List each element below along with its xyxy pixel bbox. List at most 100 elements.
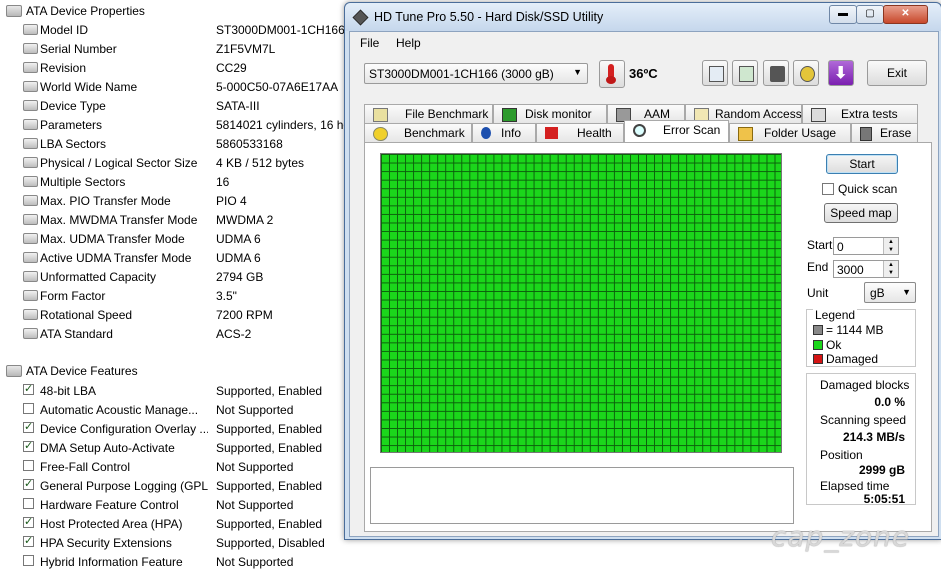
property-icon [23, 290, 38, 301]
property-row[interactable]: Model ID ST3000DM001-1CH166 [0, 20, 350, 39]
property-row[interactable]: Active UDMA Transfer Mode UDMA 6 [0, 248, 350, 267]
feature-row[interactable]: Automatic Acoustic Manage... Not Supporte… [0, 400, 350, 419]
feature-checkbox[interactable] [23, 382, 34, 395]
feature-row[interactable]: Hardware Feature Control Not Supported [0, 495, 350, 514]
features-section-header[interactable]: ATA Device Features [6, 362, 138, 380]
drive-icon [6, 5, 22, 17]
tab-extra-tests[interactable]: Extra tests [802, 104, 918, 123]
feature-value: Supported, Disabled [216, 535, 325, 550]
property-icon [23, 233, 38, 244]
speed-map-button[interactable]: Speed map [824, 203, 898, 223]
tab-erase[interactable]: Erase [851, 123, 918, 142]
property-row[interactable]: Serial Number Z1F5VM7L [0, 39, 350, 58]
feature-row[interactable]: Hybrid Information Feature Not Supported [0, 552, 350, 571]
extra-tests-icon [811, 108, 826, 122]
app-icon [352, 9, 369, 26]
tab-disk-monitor[interactable]: Disk monitor [493, 104, 607, 123]
property-icon [23, 100, 38, 111]
tab-file-benchmark[interactable]: File Benchmark [364, 104, 493, 123]
property-row[interactable]: Rotational Speed 7200 RPM [0, 305, 350, 324]
feature-name: Device Configuration Overlay ... [40, 421, 208, 436]
property-value: 2794 GB [216, 269, 264, 284]
tab-info[interactable]: Info [472, 123, 536, 142]
clipboard-icon [739, 66, 754, 82]
feature-row[interactable]: HPA Security Extensions Supported, Disabl… [0, 533, 350, 552]
menu-file[interactable]: File [360, 36, 379, 50]
spin-arrows-icon[interactable]: ▲ ▼ [883, 238, 898, 254]
feature-row[interactable]: DMA Setup Auto-Activate Supported, Enable… [0, 438, 350, 457]
feature-checkbox[interactable] [23, 515, 34, 528]
save-button[interactable]: ⬇ [828, 60, 854, 86]
scan-block-map [380, 153, 782, 453]
property-row[interactable]: ATA Standard ACS-2 [0, 324, 350, 343]
property-row[interactable]: Parameters 5814021 cylinders, 16 he [0, 115, 350, 134]
menu-help[interactable]: Help [396, 36, 421, 50]
camera-icon [770, 66, 785, 82]
minimize-button[interactable]: ▬ [829, 5, 857, 24]
property-row[interactable]: Max. MWDMA Transfer Mode MWDMA 2 [0, 210, 350, 229]
temperature-button[interactable] [599, 60, 625, 88]
property-icon [23, 328, 38, 339]
spin-arrows-icon[interactable]: ▲ ▼ [883, 261, 898, 277]
feature-checkbox[interactable] [23, 439, 34, 452]
exit-button[interactable]: Exit [867, 60, 927, 86]
feature-checkbox[interactable] [23, 420, 34, 433]
close-button[interactable]: ✕ [883, 5, 928, 24]
drive-select[interactable]: ST3000DM001-1CH166 (3000 gB) ▼ [364, 63, 588, 84]
screenshot-button[interactable] [763, 60, 789, 86]
property-name: Physical / Logical Sector Size [40, 155, 198, 170]
property-row[interactable]: Multiple Sectors 16 [0, 172, 350, 191]
copy-text-button[interactable] [702, 60, 728, 86]
damaged-blocks-label: Damaged blocks [820, 378, 910, 392]
feature-row[interactable]: 48-bit LBA Supported, Enabled [0, 381, 350, 400]
copy-screenshot-button[interactable] [732, 60, 758, 86]
property-value: 5860533168 [216, 136, 283, 151]
maximize-button[interactable]: ▢ [856, 5, 884, 24]
feature-checkbox[interactable] [23, 403, 34, 414]
temperature-readout: 36ºC [629, 66, 658, 81]
options-button[interactable] [793, 60, 819, 86]
property-row[interactable]: LBA Sectors 5860533168 [0, 134, 350, 153]
tab-benchmark[interactable]: Benchmark [364, 123, 472, 142]
feature-value: Not Supported [216, 554, 294, 569]
feature-row[interactable]: General Purpose Logging (GPL) Supported, … [0, 476, 350, 495]
property-name: Form Factor [40, 288, 106, 303]
feature-value: Not Supported [216, 459, 294, 474]
property-row[interactable]: Physical / Logical Sector Size 4 KB / 512… [0, 153, 350, 172]
feature-checkbox[interactable] [23, 460, 34, 471]
property-row[interactable]: Device Type SATA-III [0, 96, 350, 115]
unit-select[interactable]: gB ▼ [864, 282, 916, 303]
start-button[interactable]: Start [826, 154, 898, 174]
property-row[interactable]: World Wide Name 5-000C50-07A6E17AA [0, 77, 350, 96]
title-bar[interactable]: HD Tune Pro 5.50 - Hard Disk/SSD Utility… [345, 3, 941, 31]
property-value: 5814021 cylinders, 16 he [216, 117, 346, 132]
health-cross-icon [545, 127, 558, 139]
feature-checkbox[interactable] [23, 555, 34, 566]
properties-section-header[interactable]: ATA Device Properties [6, 2, 145, 20]
tab-error-scan[interactable]: Error Scan [624, 120, 729, 142]
property-row[interactable]: Revision CC29 [0, 58, 350, 77]
feature-checkbox[interactable] [23, 477, 34, 490]
legend-block-size: = 1144 MB [813, 323, 883, 337]
feature-checkbox[interactable] [23, 498, 34, 509]
property-row[interactable]: Unformatted Capacity 2794 GB [0, 267, 350, 286]
feature-row[interactable]: Host Protected Area (HPA) Supported, Enab… [0, 514, 350, 533]
tab-health[interactable]: Health [536, 123, 624, 142]
quick-scan-checkbox[interactable] [822, 183, 834, 195]
damaged-blocks-value: 0.0 % [874, 395, 905, 409]
property-icon [23, 43, 38, 54]
watermark: cap_zone [771, 520, 911, 553]
property-row[interactable]: Form Factor 3.5" [0, 286, 350, 305]
feature-row[interactable]: Device Configuration Overlay ... Supporte… [0, 419, 350, 438]
scan-log-area[interactable] [370, 467, 794, 524]
feature-checkbox[interactable] [23, 534, 34, 547]
feature-row[interactable]: Free-Fall Control Not Supported [0, 457, 350, 476]
property-row[interactable]: Max. UDMA Transfer Mode UDMA 6 [0, 229, 350, 248]
property-row[interactable]: Max. PIO Transfer Mode PIO 4 [0, 191, 350, 210]
feature-value: Supported, Enabled [216, 478, 323, 493]
start-field[interactable]: 0 ▲ ▼ [833, 237, 899, 255]
property-icon [23, 271, 38, 282]
chevron-down-icon: ▼ [902, 287, 911, 297]
tab-folder-usage[interactable]: Folder Usage [729, 123, 851, 142]
end-field[interactable]: 3000 ▲ ▼ [833, 260, 899, 278]
